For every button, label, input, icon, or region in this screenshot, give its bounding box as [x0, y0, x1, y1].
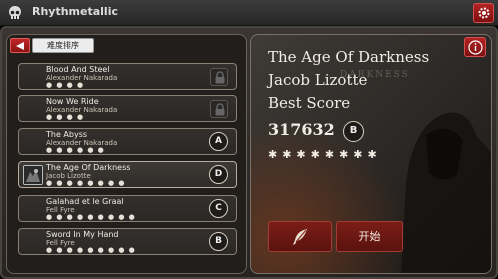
settings-button[interactable] — [473, 3, 494, 23]
sort-by-difficulty-tab[interactable]: 难度排序 — [32, 38, 94, 53]
lock-icon — [210, 68, 228, 86]
info-icon — [468, 40, 483, 55]
song-difficulty: ● ● ● ● ● ● ● ● ● — [46, 213, 136, 221]
song-row-the-abyss[interactable]: The Abyss Alexander Nakarada ● ● ● ● ● ●… — [18, 128, 237, 155]
lock-icon — [210, 100, 228, 118]
detail-difficulty-stars: ✱✱✱✱✱✱✱✱ — [268, 148, 382, 161]
song-title: Galahad et le Graal — [46, 197, 124, 206]
grade-badge: B — [209, 232, 228, 251]
song-title: Blood And Steel — [46, 65, 110, 74]
song-row-the-age-of-darkness[interactable]: The Age Of Darkness Jacob Lizotte ● ● ● … — [18, 161, 237, 188]
song-title: The Age Of Darkness — [46, 163, 131, 172]
chart-editor-button[interactable] — [268, 221, 332, 252]
start-button[interactable]: 开始 — [336, 221, 403, 252]
skull-icon — [9, 6, 21, 19]
best-score-grade-badge: B — [343, 121, 364, 142]
song-title: Sword In My Hand — [46, 230, 119, 239]
song-title: Now We Ride — [46, 97, 99, 106]
grade-badge: D — [209, 165, 228, 184]
app-title: Rhythmetallic — [32, 5, 118, 18]
detail-song-title: The Age Of Darkness — [268, 48, 430, 66]
song-difficulty: ● ● ● ● — [46, 81, 85, 89]
album-thumbnail — [23, 165, 43, 185]
gear-icon — [478, 7, 490, 19]
back-button[interactable] — [10, 38, 30, 53]
song-difficulty: ● ● ● ● ● ● — [46, 146, 105, 154]
song-difficulty: ● ● ● ● ● ● ● ● — [46, 179, 126, 187]
song-difficulty: ● ● ● ● — [46, 113, 85, 121]
feather-quill-icon — [293, 229, 307, 245]
best-score-label: Best Score — [268, 94, 351, 112]
detail-artist: Jacob Lizotte — [268, 71, 368, 89]
song-title: The Abyss — [46, 130, 88, 139]
best-score-value: 317632 — [268, 120, 335, 139]
song-row-sword-in-my-hand[interactable]: Sword In My Hand Fell Fyre ● ● ● ● ● ● ●… — [18, 228, 237, 255]
title-bar: Rhythmetallic — [0, 0, 498, 26]
song-row-blood-and-steel[interactable]: Blood And Steel Alexander Nakarada ● ● ●… — [18, 63, 237, 90]
song-row-now-we-ride[interactable]: Now We Ride Alexander Nakarada ● ● ● ● — [18, 95, 237, 122]
info-button[interactable] — [464, 37, 486, 57]
back-arrow-icon — [16, 42, 24, 50]
grade-badge: A — [209, 132, 228, 151]
song-difficulty: ● ● ● ● ● ● ● ● ● — [46, 246, 136, 254]
grade-badge: C — [209, 199, 228, 218]
song-row-galahad-et-le-graal[interactable]: Galahad et le Graal Fell Fyre ● ● ● ● ● … — [18, 195, 237, 222]
